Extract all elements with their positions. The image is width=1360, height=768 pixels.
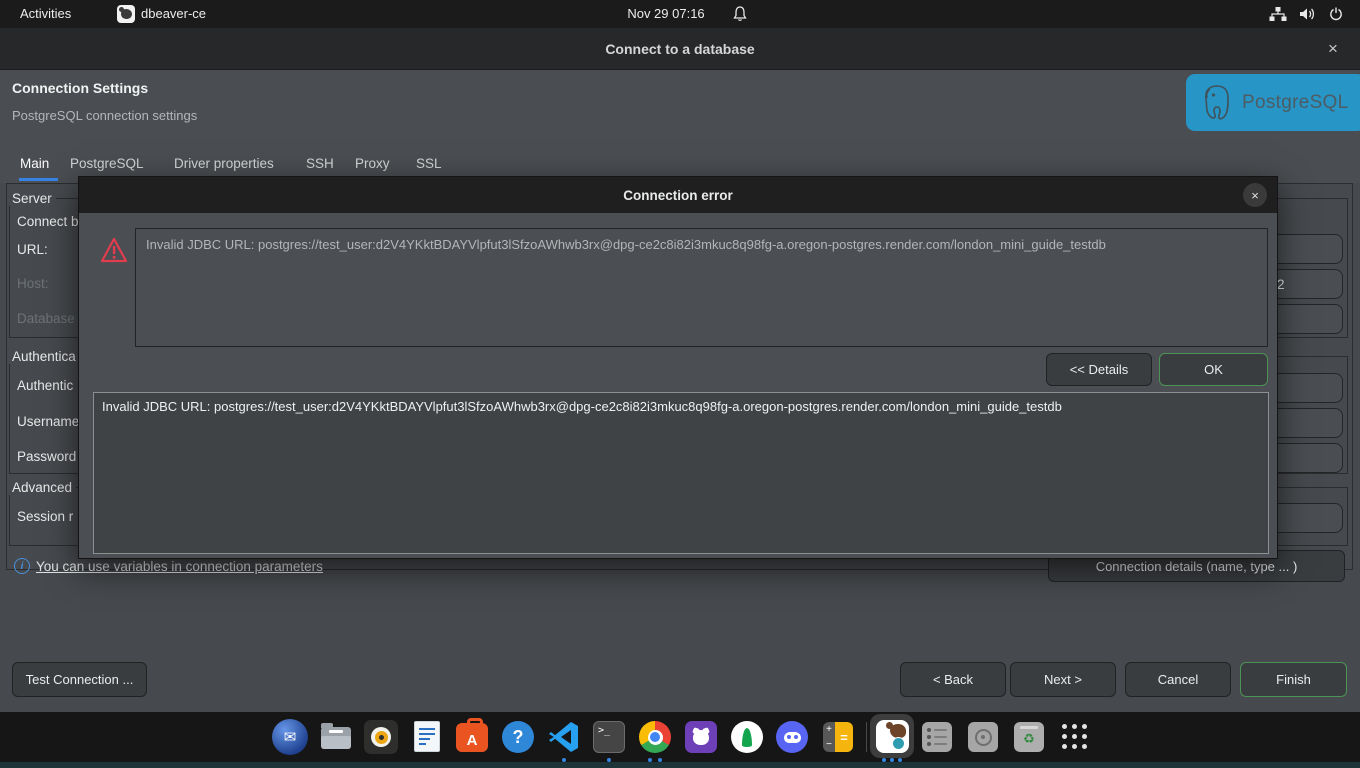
authentication-group-label: Authentica [8,349,80,364]
host-label: Host: [17,276,49,291]
running-dot-chrome [648,758,652,762]
dock-terminal-icon[interactable]: >_ [591,719,627,755]
active-tab-underline [19,178,58,181]
window-title-bar: Connect to a database [0,28,1360,70]
dock-disks-icon[interactable] [965,719,1001,755]
page-subtitle: PostgreSQL connection settings [12,108,197,123]
dock-vscode-icon[interactable] [546,719,582,755]
window-close-icon[interactable]: × [1318,28,1348,70]
desktop-strip [0,762,1360,768]
error-warning-icon [99,235,129,265]
server-group-label: Server [8,191,56,206]
tab-proxy[interactable]: Proxy [355,156,390,171]
error-details-text-area[interactable]: Invalid JDBC URL: postgres://test_user:d… [93,392,1269,554]
postgresql-logo: PostgreSQL [1186,74,1360,131]
next-button[interactable]: Next > [1010,662,1116,697]
tab-main[interactable]: Main [20,156,49,171]
dock-calculator-icon[interactable]: +−= [820,719,856,755]
wizard-header: Connection Settings PostgreSQL connectio… [0,70,1360,183]
running-dot-chrome-2 [658,758,662,762]
dock-settings-icon[interactable] [919,719,955,755]
dock-separator [866,722,867,752]
page-title: Connection Settings [12,80,148,96]
advanced-group-label: Advanced [8,480,76,495]
running-dot-terminal [607,758,611,762]
dock [0,712,1360,762]
dock-trash-icon[interactable]: ♻ [1011,719,1047,755]
tab-ssl[interactable]: SSL [416,156,442,171]
session-role-label: Session r [17,509,73,524]
dock-rhythmbox-icon[interactable] [363,719,399,755]
activities-button[interactable]: Activities [20,0,71,28]
running-dot-dbeaver-3 [898,758,902,762]
postgresql-elephant-icon [1200,82,1234,124]
running-dot-vscode [562,758,566,762]
error-dialog-title-bar: Connection error [79,177,1277,213]
system-top-bar: Activities dbeaver-ce Nov 29 07:16 [0,0,1360,28]
details-toggle-button[interactable]: << Details [1046,353,1152,386]
tab-driver-properties[interactable]: Driver properties [174,156,274,171]
tab-ssh[interactable]: SSH [306,156,334,171]
volume-icon[interactable] [1298,6,1316,22]
notification-bell-icon [731,5,749,23]
dock-thunderbird-icon[interactable]: ✉ [272,719,308,755]
network-icon[interactable] [1268,6,1288,22]
connection-error-dialog: Connection error × Invalid JDBC URL: pos… [78,176,1278,559]
running-dot-dbeaver [882,758,886,762]
error-message-box: Invalid JDBC URL: postgres://test_user:d… [135,228,1268,347]
username-label: Username [17,414,79,429]
dock-dbeaver-icon[interactable] [874,718,910,754]
dock-github-desktop-icon[interactable] [683,719,719,755]
cancel-button[interactable]: Cancel [1125,662,1231,697]
authentication-label: Authentic [17,378,73,393]
window-title: Connect to a database [0,28,1360,70]
postgresql-logo-text: PostgreSQL [1242,92,1349,114]
power-icon[interactable] [1328,6,1344,22]
clock[interactable]: Nov 29 07:16 [601,0,731,28]
dock-help-icon[interactable]: ? [500,719,536,755]
variables-hint-link[interactable]: You can use variables in connection para… [36,559,323,574]
finish-button[interactable]: Finish [1240,662,1347,697]
dock-libreoffice-writer-icon[interactable] [409,719,445,755]
dock-chrome-icon[interactable] [637,719,673,755]
info-icon: i [14,558,30,574]
running-dot-dbeaver-2 [890,758,894,762]
tab-postgresql[interactable]: PostgreSQL [70,156,144,171]
ok-button[interactable]: OK [1159,353,1268,386]
connect-by-label: Connect b [17,214,79,229]
show-applications-icon[interactable] [1057,719,1093,755]
url-label: URL: [17,242,48,257]
test-connection-button[interactable]: Test Connection ... [12,662,147,697]
database-label: Database [17,311,75,326]
back-button[interactable]: < Back [900,662,1006,697]
dock-discord-icon[interactable] [774,719,810,755]
error-dialog-title: Connection error [623,188,733,203]
dock-files-icon[interactable] [318,719,354,755]
desktop: Activities dbeaver-ce Nov 29 07:16 Conne… [0,0,1360,768]
password-label: Password [17,449,76,464]
error-dialog-close-icon[interactable]: × [1243,183,1267,207]
dbeaver-app-icon [117,5,135,23]
dock-ubuntu-software-icon[interactable]: A [454,719,490,755]
focused-app-menu[interactable]: dbeaver-ce [141,0,206,28]
dock-mongodb-compass-icon[interactable] [729,719,765,755]
